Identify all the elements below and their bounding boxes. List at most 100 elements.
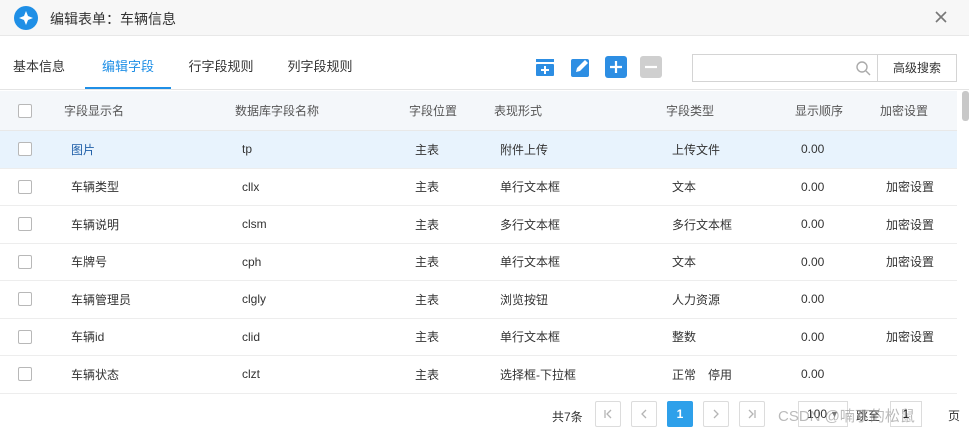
page-size-select[interactable]: 100 ▼ [798, 401, 848, 427]
app-logo-icon [14, 6, 38, 30]
table-header: 字段显示名 数据库字段名称 字段位置 表现形式 字段类型 显示顺序 加密设置 [0, 91, 957, 131]
cell-display-order: 0.00 [801, 367, 825, 382]
cell-db-field-name: clid [242, 329, 261, 344]
cell-display-name: 车辆说明 [71, 217, 120, 232]
dialog-titlebar: 编辑表单：车辆信息 [0, 0, 969, 36]
cell-display-form: 单行文本框 [500, 330, 561, 345]
cell-db-field-name: clgly [242, 292, 267, 307]
goto-page-input[interactable] [890, 401, 922, 427]
cell-db-field-name: clsm [242, 217, 267, 232]
cell-display-form: 附件上传 [500, 142, 549, 157]
cell-field-type: 整数 [672, 330, 697, 345]
advanced-search-button[interactable]: 高级搜索 [877, 54, 957, 82]
batch-add-icon[interactable] [534, 56, 556, 78]
edit-icon[interactable] [570, 56, 592, 78]
total-count: 共7条 [552, 410, 583, 424]
header-encrypt-settings: 加密设置 [880, 104, 929, 118]
cell-display-form: 单行文本框 [500, 180, 561, 195]
cell-field-type: 上传文件 [672, 142, 721, 157]
cell-field-position: 主表 [415, 180, 440, 195]
first-page-icon[interactable] [595, 401, 621, 427]
cell-display-order: 0.00 [801, 329, 825, 344]
table-row[interactable]: 图片 tp 主表 附件上传 上传文件 0.00 [0, 131, 957, 169]
cell-display-form: 多行文本框 [500, 217, 561, 232]
table-row[interactable]: 车辆说明 clsm 主表 多行文本框 多行文本框 0.00 加密设置 [0, 206, 957, 244]
delete-icon[interactable] [640, 56, 662, 78]
tab-row-field-rules[interactable]: 行字段规则 [183, 44, 259, 89]
encrypt-settings-link[interactable]: 加密设置 [886, 244, 934, 281]
header-display-order: 显示顺序 [795, 104, 844, 118]
cell-display-name: 车牌号 [71, 255, 108, 270]
page-size-value: 100 [807, 407, 828, 421]
cell-field-position: 主表 [415, 142, 440, 157]
cell-field-position: 主表 [415, 367, 440, 382]
row-checkbox[interactable] [18, 281, 32, 318]
cell-field-type: 多行文本框 [672, 217, 733, 232]
cell-field-position: 主表 [415, 292, 440, 307]
encrypt-settings-link[interactable]: 加密设置 [886, 206, 934, 243]
cell-db-field-name: cllx [242, 179, 260, 194]
cell-display-name: 车辆状态 [71, 367, 120, 382]
cell-db-field-name: clzt [242, 367, 260, 382]
close-icon[interactable] [931, 7, 951, 27]
cell-field-type: 文本 [672, 180, 697, 195]
cell-display-order: 0.00 [801, 217, 825, 232]
current-page-button[interactable]: 1 [667, 401, 693, 427]
header-field-position: 字段位置 [409, 104, 458, 118]
dialog-title: 编辑表单：车辆信息 [50, 11, 176, 27]
cell-display-order: 0.00 [801, 292, 825, 307]
table-row[interactable]: 车辆类型 cllx 主表 单行文本框 文本 0.00 加密设置 [0, 169, 957, 206]
cell-field-type: 文本 [672, 255, 697, 270]
header-display-name: 字段显示名 [64, 104, 125, 118]
page-suffix-label: 页 [948, 409, 961, 423]
vertical-scrollbar[interactable] [962, 91, 969, 121]
add-icon[interactable] [605, 56, 627, 78]
pagination: 共7条 1 100 ▼ 跳至 页 [0, 397, 969, 433]
prev-page-icon[interactable] [631, 401, 657, 427]
row-checkbox[interactable] [18, 131, 32, 168]
row-checkbox[interactable] [18, 206, 32, 243]
encrypt-settings-link[interactable]: 加密设置 [886, 169, 934, 206]
row-checkbox[interactable] [18, 244, 32, 281]
table-row[interactable]: 车辆id clid 主表 单行文本框 整数 0.00 加密设置 [0, 319, 957, 356]
cell-display-form: 单行文本框 [500, 255, 561, 270]
fields-table: 字段显示名 数据库字段名称 字段位置 表现形式 字段类型 显示顺序 加密设置 图… [0, 91, 957, 394]
cell-db-field-name: tp [242, 142, 253, 157]
cell-display-name: 车辆id [71, 330, 105, 345]
row-checkbox[interactable] [18, 319, 32, 356]
cell-field-type: 正常 停用 [672, 367, 733, 382]
cell-db-field-name: cph [242, 254, 262, 269]
row-checkbox[interactable] [18, 356, 32, 393]
search-box [692, 54, 878, 82]
cell-field-position: 主表 [415, 255, 440, 270]
row-checkbox[interactable] [18, 169, 32, 206]
header-db-field-name: 数据库字段名称 [235, 104, 320, 118]
search-input[interactable] [693, 55, 848, 81]
cell-display-name: 车辆类型 [71, 180, 120, 195]
cell-display-order: 0.00 [801, 254, 825, 269]
table-row[interactable]: 车辆管理员 clgly 主表 浏览按钮 人力资源 0.00 [0, 281, 957, 319]
last-page-icon[interactable] [739, 401, 765, 427]
cell-field-type: 人力资源 [672, 292, 721, 307]
header-display-form: 表现形式 [494, 104, 543, 118]
select-all-checkbox[interactable] [18, 91, 32, 130]
table-row[interactable]: 车牌号 cph 主表 单行文本框 文本 0.00 加密设置 [0, 244, 957, 281]
tab-column-field-rules[interactable]: 列字段规则 [282, 44, 358, 89]
cell-field-position: 主表 [415, 330, 440, 345]
search-icon[interactable] [855, 60, 871, 79]
goto-label: 跳至 [856, 409, 881, 423]
cell-display-name: 图片 [71, 142, 96, 157]
tab-basic-info[interactable]: 基本信息 [6, 44, 72, 89]
cell-display-form: 浏览按钮 [500, 292, 549, 307]
table-row[interactable]: 车辆状态 clzt 主表 选择框-下拉框 正常 停用 0.00 [0, 356, 957, 394]
cell-display-form: 选择框-下拉框 [500, 367, 576, 382]
tab-edit-fields[interactable]: 编辑字段 [85, 44, 171, 89]
chevron-down-icon: ▼ [830, 409, 839, 419]
header-field-type: 字段类型 [666, 104, 715, 118]
cell-display-order: 0.00 [801, 142, 825, 157]
next-page-icon[interactable] [703, 401, 729, 427]
cell-field-position: 主表 [415, 217, 440, 232]
cell-display-order: 0.00 [801, 179, 825, 194]
tab-bar: 基本信息 编辑字段 行字段规则 列字段规则 高级搜索 [0, 44, 969, 90]
encrypt-settings-link[interactable]: 加密设置 [886, 319, 934, 356]
